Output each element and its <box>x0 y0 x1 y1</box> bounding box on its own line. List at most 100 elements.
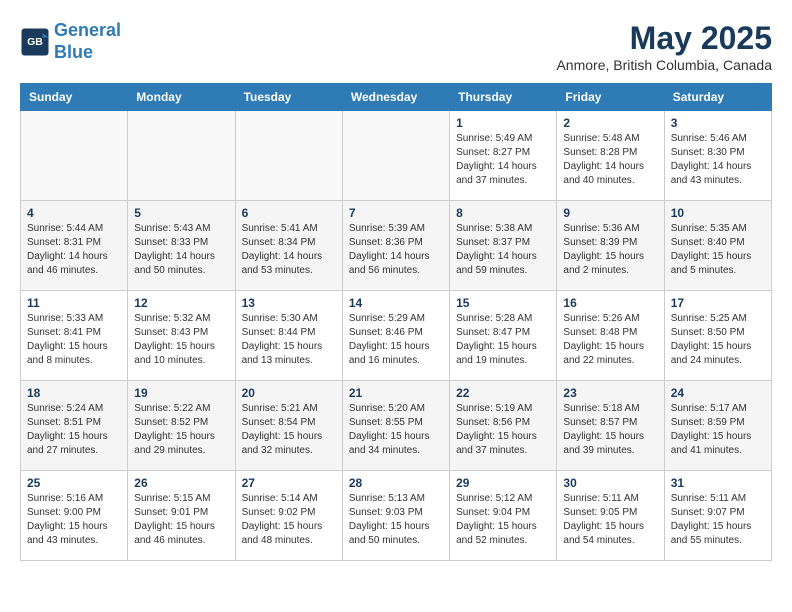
calendar-cell: 11 Sunrise: 5:33 AMSunset: 8:41 PMDayligh… <box>21 291 128 381</box>
calendar-table: SundayMondayTuesdayWednesdayThursdayFrid… <box>20 83 772 561</box>
day-number: 30 <box>563 476 657 490</box>
day-info: Sunrise: 5:35 AMSunset: 8:40 PMDaylight:… <box>671 222 765 278</box>
day-number: 8 <box>456 206 550 220</box>
day-info: Sunrise: 5:44 AMSunset: 8:31 PMDaylight:… <box>27 222 121 278</box>
day-info: Sunrise: 5:25 AMSunset: 8:50 PMDaylight:… <box>671 312 765 368</box>
day-info: Sunrise: 5:46 AMSunset: 8:30 PMDaylight:… <box>671 132 765 188</box>
calendar-cell: 29 Sunrise: 5:12 AMSunset: 9:04 PMDayligh… <box>450 471 557 561</box>
day-info: Sunrise: 5:21 AMSunset: 8:54 PMDaylight:… <box>242 402 336 458</box>
title-block: May 2025 Anmore, British Columbia, Canad… <box>556 20 772 73</box>
day-info: Sunrise: 5:16 AMSunset: 9:00 PMDaylight:… <box>27 492 121 548</box>
day-number: 18 <box>27 386 121 400</box>
day-info: Sunrise: 5:49 AMSunset: 8:27 PMDaylight:… <box>456 132 550 188</box>
calendar-week-row: 4 Sunrise: 5:44 AMSunset: 8:31 PMDaylight… <box>21 201 772 291</box>
day-number: 12 <box>134 296 228 310</box>
day-number: 11 <box>27 296 121 310</box>
day-info: Sunrise: 5:29 AMSunset: 8:46 PMDaylight:… <box>349 312 443 368</box>
day-info: Sunrise: 5:17 AMSunset: 8:59 PMDaylight:… <box>671 402 765 458</box>
day-info: Sunrise: 5:28 AMSunset: 8:47 PMDaylight:… <box>456 312 550 368</box>
calendar-cell: 1Sunrise: 5:49 AMSunset: 8:27 PMDaylight… <box>450 111 557 201</box>
day-number: 10 <box>671 206 765 220</box>
day-number: 31 <box>671 476 765 490</box>
calendar-cell: 31Sunrise: 5:11 AMSunset: 9:07 PMDayligh… <box>664 471 771 561</box>
calendar-cell: 23 Sunrise: 5:18 AMSunset: 8:57 PMDayligh… <box>557 381 664 471</box>
day-info: Sunrise: 5:33 AMSunset: 8:41 PMDaylight:… <box>27 312 121 368</box>
day-number: 16 <box>563 296 657 310</box>
calendar-cell: 22Sunrise: 5:19 AMSunset: 8:56 PMDayligh… <box>450 381 557 471</box>
location: Anmore, British Columbia, Canada <box>556 57 772 73</box>
calendar-week-row: 18 Sunrise: 5:24 AMSunset: 8:51 PMDayligh… <box>21 381 772 471</box>
day-number: 13 <box>242 296 336 310</box>
day-number: 7 <box>349 206 443 220</box>
day-number: 5 <box>134 206 228 220</box>
calendar-cell: 26Sunrise: 5:15 AMSunset: 9:01 PMDayligh… <box>128 471 235 561</box>
day-info: Sunrise: 5:18 AMSunset: 8:57 PMDaylight:… <box>563 402 657 458</box>
day-info: Sunrise: 5:13 AMSunset: 9:03 PMDaylight:… <box>349 492 443 548</box>
calendar-cell: 5 Sunrise: 5:43 AMSunset: 8:33 PMDaylight… <box>128 201 235 291</box>
column-header-thursday: Thursday <box>450 84 557 111</box>
calendar-cell: 20Sunrise: 5:21 AMSunset: 8:54 PMDayligh… <box>235 381 342 471</box>
day-info: Sunrise: 5:48 AMSunset: 8:28 PMDaylight:… <box>563 132 657 188</box>
calendar-cell: 10 Sunrise: 5:35 AMSunset: 8:40 PMDayligh… <box>664 201 771 291</box>
day-number: 28 <box>349 476 443 490</box>
calendar-cell <box>342 111 449 201</box>
calendar-week-row: 25Sunrise: 5:16 AMSunset: 9:00 PMDayligh… <box>21 471 772 561</box>
calendar-cell: 15 Sunrise: 5:28 AMSunset: 8:47 PMDayligh… <box>450 291 557 381</box>
calendar-cell <box>235 111 342 201</box>
calendar-week-row: 1Sunrise: 5:49 AMSunset: 8:27 PMDaylight… <box>21 111 772 201</box>
page-header: GB GeneralBlue May 2025 Anmore, British … <box>20 20 772 73</box>
day-info: Sunrise: 5:38 AMSunset: 8:37 PMDaylight:… <box>456 222 550 278</box>
day-number: 27 <box>242 476 336 490</box>
calendar-cell: 8 Sunrise: 5:38 AMSunset: 8:37 PMDaylight… <box>450 201 557 291</box>
day-info: Sunrise: 5:24 AMSunset: 8:51 PMDaylight:… <box>27 402 121 458</box>
day-info: Sunrise: 5:22 AMSunset: 8:52 PMDaylight:… <box>134 402 228 458</box>
day-number: 4 <box>27 206 121 220</box>
month-title: May 2025 <box>556 20 772 57</box>
logo-text: GeneralBlue <box>54 20 121 63</box>
column-header-saturday: Saturday <box>664 84 771 111</box>
calendar-cell: 25Sunrise: 5:16 AMSunset: 9:00 PMDayligh… <box>21 471 128 561</box>
calendar-cell: 21Sunrise: 5:20 AMSunset: 8:55 PMDayligh… <box>342 381 449 471</box>
day-info: Sunrise: 5:19 AMSunset: 8:56 PMDaylight:… <box>456 402 550 458</box>
day-info: Sunrise: 5:11 AMSunset: 9:05 PMDaylight:… <box>563 492 657 548</box>
calendar-cell: 14 Sunrise: 5:29 AMSunset: 8:46 PMDayligh… <box>342 291 449 381</box>
svg-text:GB: GB <box>27 36 43 48</box>
day-info: Sunrise: 5:26 AMSunset: 8:48 PMDaylight:… <box>563 312 657 368</box>
calendar-cell: 9 Sunrise: 5:36 AMSunset: 8:39 PMDaylight… <box>557 201 664 291</box>
day-number: 9 <box>563 206 657 220</box>
day-number: 23 <box>563 386 657 400</box>
calendar-cell: 3Sunrise: 5:46 AMSunset: 8:30 PMDaylight… <box>664 111 771 201</box>
calendar-cell: 4 Sunrise: 5:44 AMSunset: 8:31 PMDaylight… <box>21 201 128 291</box>
calendar-cell: 12 Sunrise: 5:32 AMSunset: 8:43 PMDayligh… <box>128 291 235 381</box>
calendar-cell: 16 Sunrise: 5:26 AMSunset: 8:48 PMDayligh… <box>557 291 664 381</box>
day-info: Sunrise: 5:32 AMSunset: 8:43 PMDaylight:… <box>134 312 228 368</box>
logo: GB GeneralBlue <box>20 20 121 63</box>
calendar-cell: 28 Sunrise: 5:13 AMSunset: 9:03 PMDayligh… <box>342 471 449 561</box>
day-number: 14 <box>349 296 443 310</box>
column-header-sunday: Sunday <box>21 84 128 111</box>
calendar-header-row: SundayMondayTuesdayWednesdayThursdayFrid… <box>21 84 772 111</box>
calendar-cell: 27 Sunrise: 5:14 AMSunset: 9:02 PMDayligh… <box>235 471 342 561</box>
day-number: 29 <box>456 476 550 490</box>
calendar-cell: 7 Sunrise: 5:39 AMSunset: 8:36 PMDaylight… <box>342 201 449 291</box>
day-number: 15 <box>456 296 550 310</box>
calendar-cell: 19Sunrise: 5:22 AMSunset: 8:52 PMDayligh… <box>128 381 235 471</box>
day-number: 2 <box>563 116 657 130</box>
day-info: Sunrise: 5:36 AMSunset: 8:39 PMDaylight:… <box>563 222 657 278</box>
day-number: 6 <box>242 206 336 220</box>
day-info: Sunrise: 5:12 AMSunset: 9:04 PMDaylight:… <box>456 492 550 548</box>
day-number: 17 <box>671 296 765 310</box>
day-number: 21 <box>349 386 443 400</box>
calendar-cell: 13 Sunrise: 5:30 AMSunset: 8:44 PMDayligh… <box>235 291 342 381</box>
column-header-monday: Monday <box>128 84 235 111</box>
day-info: Sunrise: 5:41 AMSunset: 8:34 PMDaylight:… <box>242 222 336 278</box>
calendar-cell <box>128 111 235 201</box>
calendar-cell <box>21 111 128 201</box>
day-info: Sunrise: 5:39 AMSunset: 8:36 PMDaylight:… <box>349 222 443 278</box>
day-number: 24 <box>671 386 765 400</box>
day-info: Sunrise: 5:43 AMSunset: 8:33 PMDaylight:… <box>134 222 228 278</box>
day-info: Sunrise: 5:15 AMSunset: 9:01 PMDaylight:… <box>134 492 228 548</box>
day-info: Sunrise: 5:14 AMSunset: 9:02 PMDaylight:… <box>242 492 336 548</box>
day-info: Sunrise: 5:30 AMSunset: 8:44 PMDaylight:… <box>242 312 336 368</box>
calendar-week-row: 11 Sunrise: 5:33 AMSunset: 8:41 PMDayligh… <box>21 291 772 381</box>
